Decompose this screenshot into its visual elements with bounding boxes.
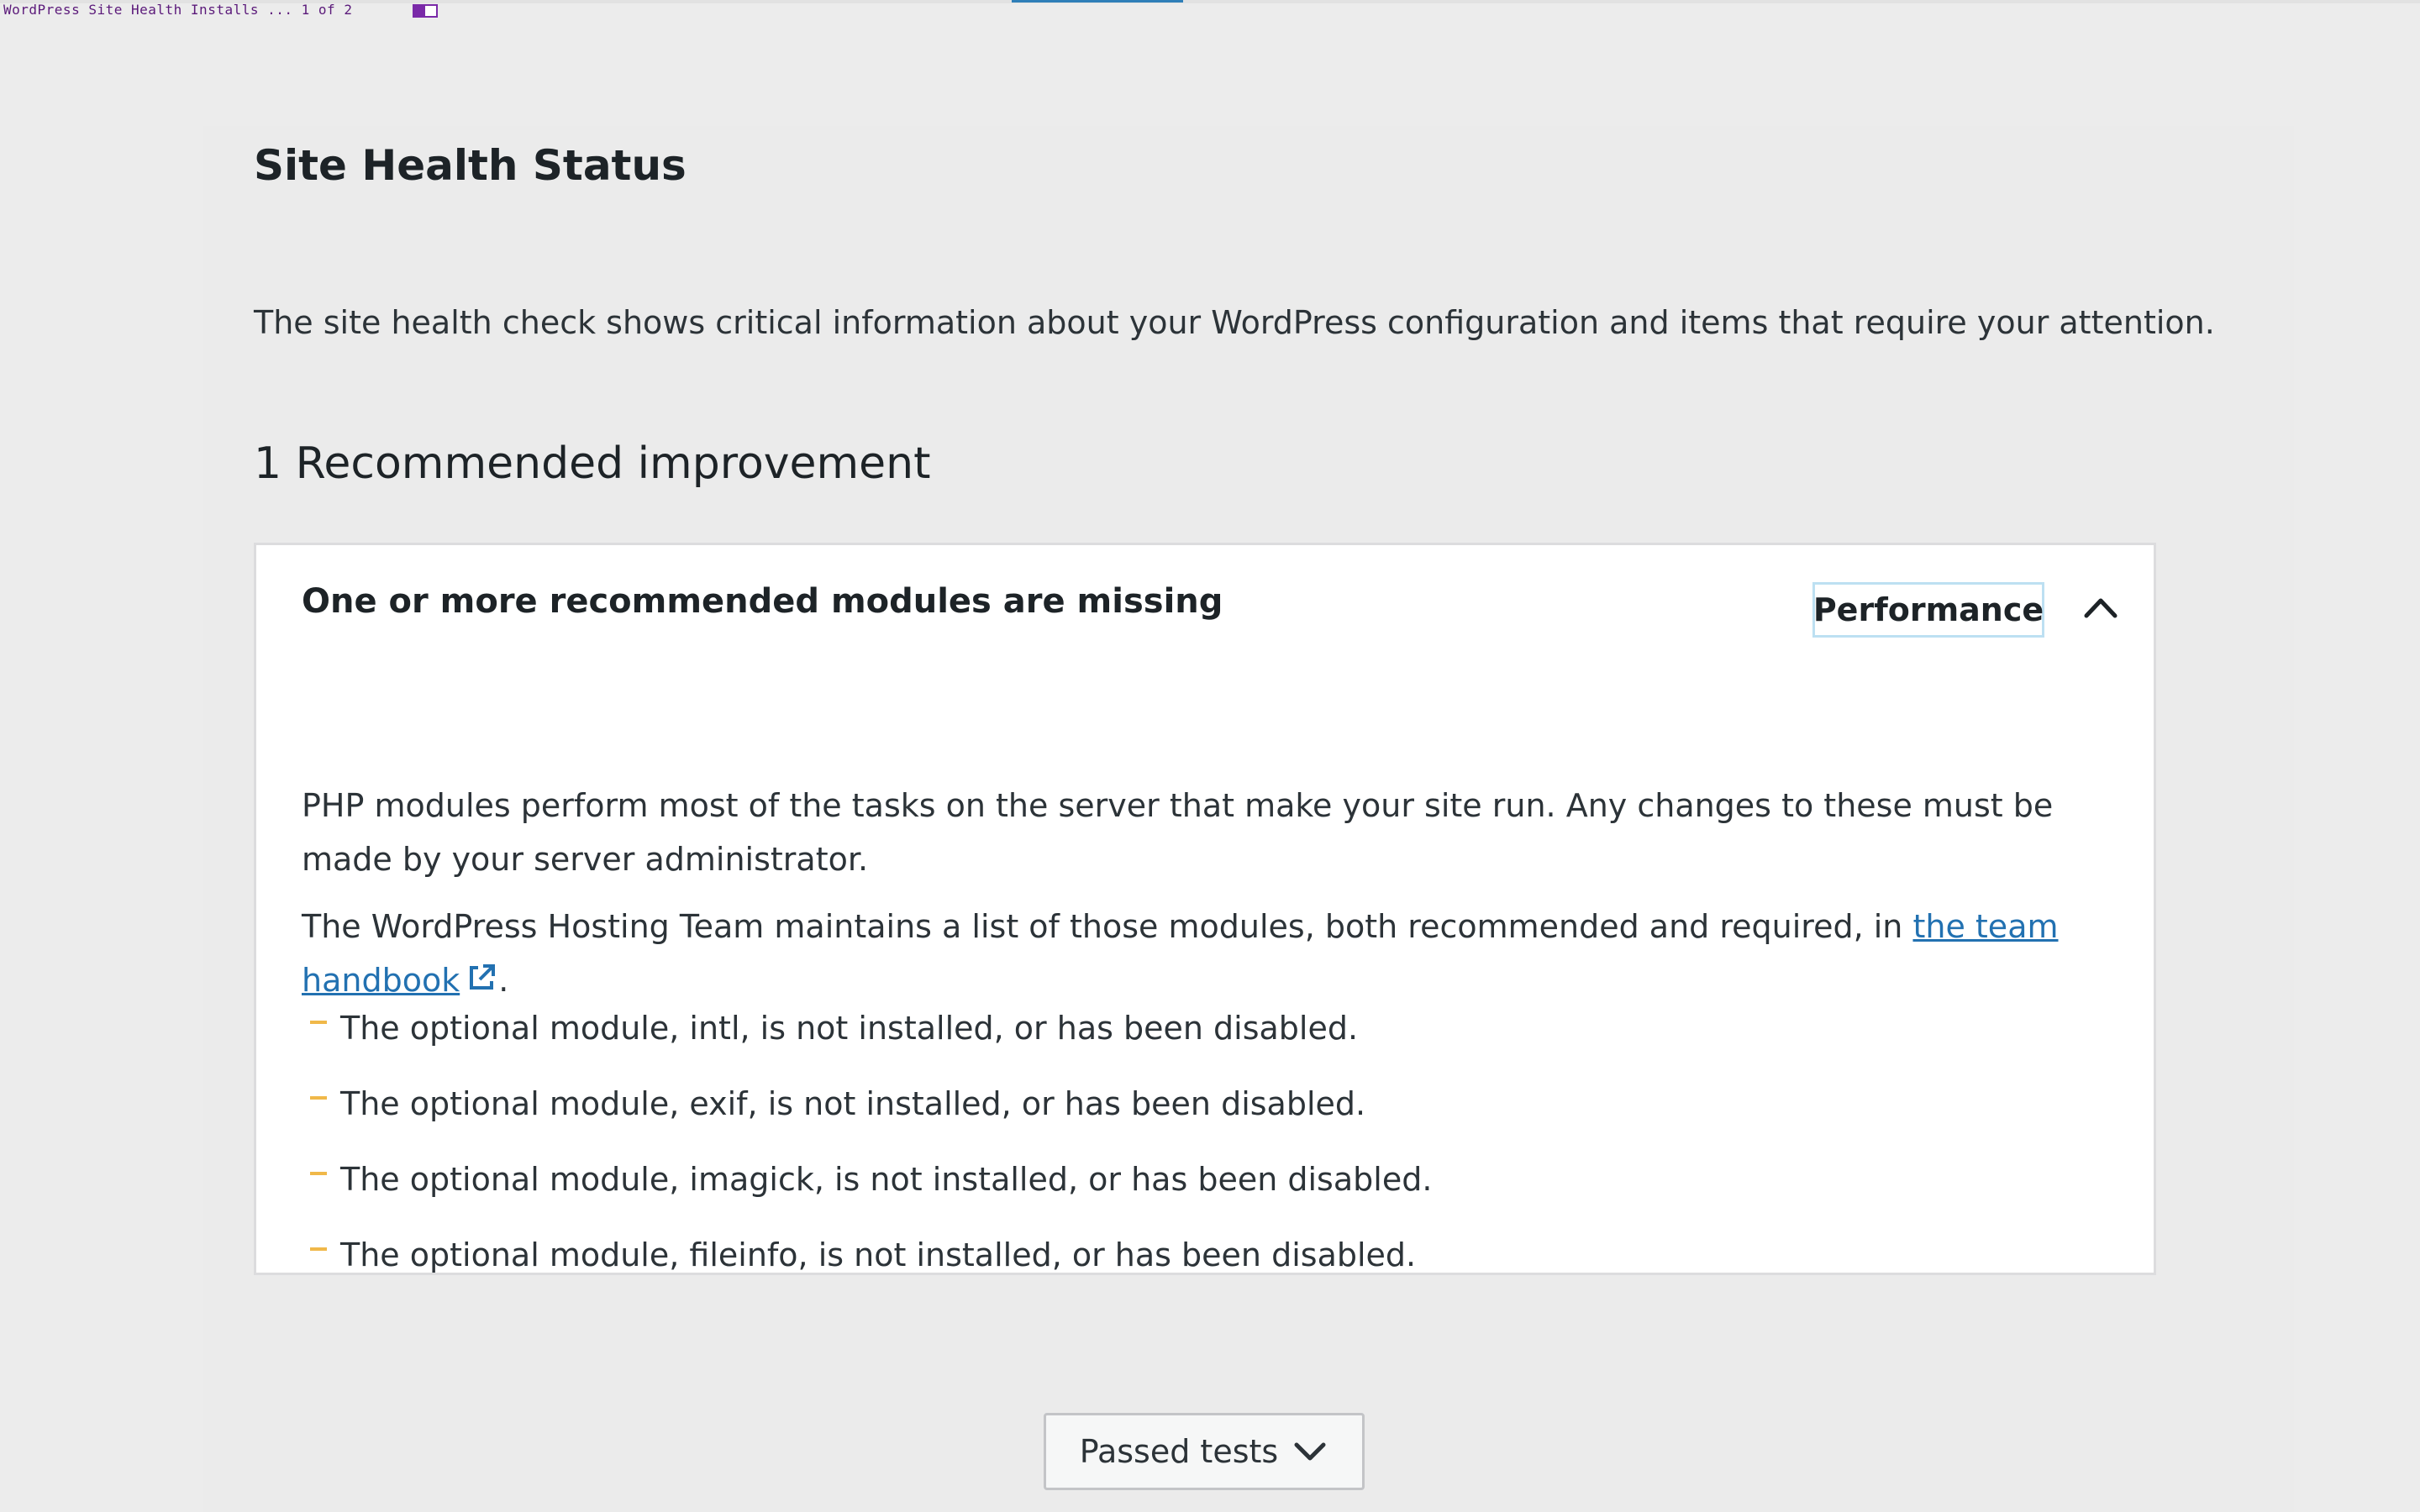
- module-text: The optional module, fileinfo, is not in…: [340, 1236, 1417, 1273]
- page-title: Site Health Status: [254, 141, 687, 190]
- module-text: The optional module, exif, is not instal…: [340, 1085, 1366, 1122]
- chevron-up-icon[interactable]: [2081, 589, 2120, 627]
- warning-dash-icon: [310, 1021, 327, 1024]
- warning-dash-icon: [310, 1247, 327, 1251]
- issue-card: One or more recommended modules are miss…: [254, 543, 2156, 1275]
- issues-count-heading: 1 Recommended improvement: [254, 438, 931, 489]
- page-indicator-fill: [414, 6, 425, 16]
- page-indicator[interactable]: [413, 4, 438, 18]
- list-item: The optional module, fileinfo, is not in…: [302, 1217, 1432, 1273]
- list-item: The optional module, imagick, is not ins…: [302, 1142, 1432, 1217]
- page-intro: The site health check shows critical inf…: [254, 304, 2215, 341]
- module-text: The optional module, imagick, is not ins…: [340, 1161, 1433, 1198]
- warning-dash-icon: [310, 1172, 327, 1175]
- top-bar: [0, 0, 2420, 3]
- passed-tests-label: Passed tests: [1079, 1433, 1279, 1470]
- category-badge: Performance: [1812, 582, 2044, 638]
- active-tab-indicator: [1012, 0, 1183, 3]
- passed-tests-button[interactable]: Passed tests: [1044, 1413, 1365, 1490]
- missing-modules-list: The optional module, intl, is not instal…: [302, 990, 1432, 1273]
- chevron-down-icon: [1294, 1442, 1326, 1461]
- list-item: The optional module, exif, is not instal…: [302, 1066, 1432, 1142]
- issue-description: PHP modules perform most of the tasks on…: [302, 787, 2054, 878]
- list-item: The optional module, intl, is not instal…: [302, 990, 1432, 1066]
- issue-title[interactable]: One or more recommended modules are miss…: [302, 582, 1223, 621]
- document-title-label: WordPress Site Health Installs ... 1 of …: [3, 2, 353, 18]
- external-link-icon: [470, 964, 496, 990]
- module-text: The optional module, intl, is not instal…: [340, 1010, 1359, 1047]
- handbook-text: The WordPress Hosting Team maintains a l…: [302, 908, 1913, 945]
- warning-dash-icon: [310, 1096, 327, 1100]
